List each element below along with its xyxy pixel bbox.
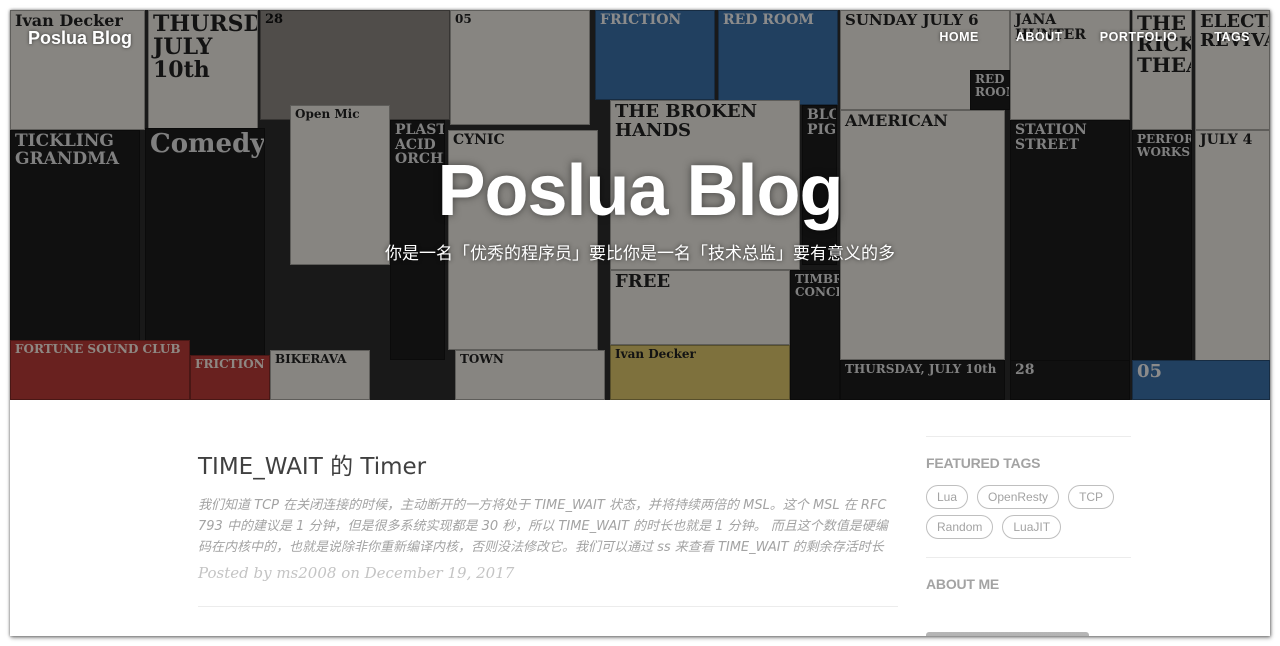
tag-openresty[interactable]: OpenResty	[977, 485, 1060, 509]
post-preview: TIME_WAIT 的 Timer 我们知道 TCP 在关闭连接的时候，主动断开…	[198, 447, 898, 582]
sidebar-divider	[926, 557, 1131, 558]
nav-home-link[interactable]: HOME	[939, 30, 979, 44]
post-meta: Posted by ms2008 on December 19, 2017	[198, 564, 515, 582]
about-me-heading: ABOUT ME	[926, 576, 1000, 592]
site-subtitle: 你是一名「优秀的程序员」要比你是一名「技术总监」要有意义的多	[385, 244, 895, 264]
tag-tcp[interactable]: TCP	[1068, 485, 1115, 509]
sidebar: FEATURED TAGS Lua OpenResty TCP Random L…	[926, 436, 1131, 636]
site-title: Poslua Blog	[437, 151, 843, 231]
tag-random[interactable]: Random	[926, 515, 994, 539]
tag-list: Lua OpenResty TCP Random LuaJIT	[926, 485, 1131, 545]
post-excerpt[interactable]: 我们知道 TCP 在关闭连接的时候，主动断开的一方将处于 TIME_WAIT 状…	[198, 495, 898, 558]
post-title-link[interactable]: TIME_WAIT 的 Timer	[198, 447, 898, 481]
hero-header: Ivan DeckerTHURSDAY, JULY 10th2805FRICTI…	[10, 10, 1270, 400]
browser-viewport: Ivan DeckerTHURSDAY, JULY 10th2805FRICTI…	[10, 10, 1270, 636]
nav-tags-link[interactable]: TAGS	[1214, 30, 1250, 44]
navbar: Poslua Blog HOME ABOUT PORTFOLIO TAGS	[10, 10, 1270, 66]
nav-portfolio-link[interactable]: PORTFOLIO	[1100, 30, 1177, 44]
sidebar-divider	[926, 436, 1131, 437]
post-divider	[198, 606, 898, 607]
avatar	[926, 632, 1089, 636]
tag-lua[interactable]: Lua	[926, 485, 969, 509]
nav-about-link[interactable]: ABOUT	[1016, 30, 1063, 44]
tag-luajit[interactable]: LuaJIT	[1002, 515, 1062, 539]
nav-links: HOME ABOUT PORTFOLIO TAGS	[902, 30, 1250, 44]
brand-link[interactable]: Poslua Blog	[28, 28, 132, 49]
featured-tags-heading: FEATURED TAGS	[926, 455, 1041, 471]
